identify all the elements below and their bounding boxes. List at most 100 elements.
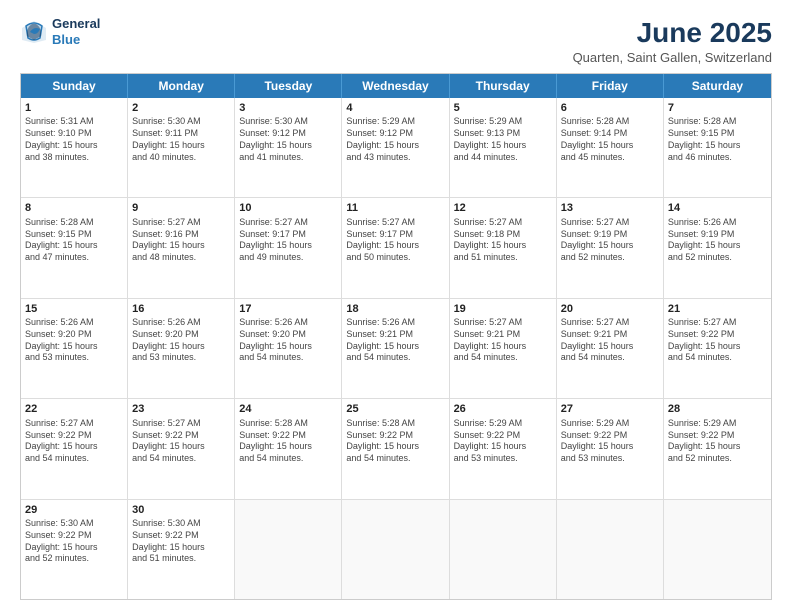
day-info: Sunrise: 5:28 AM Sunset: 9:22 PM Dayligh…	[346, 418, 444, 465]
day-number: 17	[239, 302, 337, 317]
page: General Blue June 2025 Quarten, Saint Ga…	[0, 0, 792, 612]
calendar-cell: 18Sunrise: 5:26 AM Sunset: 9:21 PM Dayli…	[342, 299, 449, 398]
day-info: Sunrise: 5:29 AM Sunset: 9:22 PM Dayligh…	[454, 418, 552, 465]
day-number: 29	[25, 503, 123, 518]
calendar-cell: 7Sunrise: 5:28 AM Sunset: 9:15 PM Daylig…	[664, 98, 771, 197]
day-number: 19	[454, 302, 552, 317]
day-number: 13	[561, 201, 659, 216]
day-info: Sunrise: 5:26 AM Sunset: 9:19 PM Dayligh…	[668, 217, 767, 264]
day-info: Sunrise: 5:30 AM Sunset: 9:22 PM Dayligh…	[25, 518, 123, 565]
calendar-week-5: 29Sunrise: 5:30 AM Sunset: 9:22 PM Dayli…	[21, 500, 771, 599]
header-day-monday: Monday	[128, 74, 235, 98]
day-info: Sunrise: 5:28 AM Sunset: 9:14 PM Dayligh…	[561, 116, 659, 163]
day-number: 15	[25, 302, 123, 317]
calendar-cell: 21Sunrise: 5:27 AM Sunset: 9:22 PM Dayli…	[664, 299, 771, 398]
calendar-cell: 17Sunrise: 5:26 AM Sunset: 9:20 PM Dayli…	[235, 299, 342, 398]
calendar-cell	[450, 500, 557, 599]
day-info: Sunrise: 5:27 AM Sunset: 9:22 PM Dayligh…	[668, 317, 767, 364]
day-number: 4	[346, 101, 444, 116]
day-info: Sunrise: 5:27 AM Sunset: 9:22 PM Dayligh…	[132, 418, 230, 465]
calendar-week-4: 22Sunrise: 5:27 AM Sunset: 9:22 PM Dayli…	[21, 399, 771, 499]
day-info: Sunrise: 5:27 AM Sunset: 9:18 PM Dayligh…	[454, 217, 552, 264]
calendar-cell: 15Sunrise: 5:26 AM Sunset: 9:20 PM Dayli…	[21, 299, 128, 398]
day-info: Sunrise: 5:26 AM Sunset: 9:20 PM Dayligh…	[25, 317, 123, 364]
day-number: 8	[25, 201, 123, 216]
calendar-body: 1Sunrise: 5:31 AM Sunset: 9:10 PM Daylig…	[21, 98, 771, 599]
header-day-wednesday: Wednesday	[342, 74, 449, 98]
day-number: 14	[668, 201, 767, 216]
day-number: 20	[561, 302, 659, 317]
day-info: Sunrise: 5:28 AM Sunset: 9:15 PM Dayligh…	[25, 217, 123, 264]
day-info: Sunrise: 5:29 AM Sunset: 9:13 PM Dayligh…	[454, 116, 552, 163]
calendar-cell	[342, 500, 449, 599]
day-info: Sunrise: 5:27 AM Sunset: 9:21 PM Dayligh…	[561, 317, 659, 364]
day-info: Sunrise: 5:27 AM Sunset: 9:17 PM Dayligh…	[239, 217, 337, 264]
day-number: 7	[668, 101, 767, 116]
calendar-cell: 1Sunrise: 5:31 AM Sunset: 9:10 PM Daylig…	[21, 98, 128, 197]
calendar-cell: 26Sunrise: 5:29 AM Sunset: 9:22 PM Dayli…	[450, 399, 557, 498]
day-number: 30	[132, 503, 230, 518]
day-number: 24	[239, 402, 337, 417]
header-day-saturday: Saturday	[664, 74, 771, 98]
day-info: Sunrise: 5:29 AM Sunset: 9:22 PM Dayligh…	[668, 418, 767, 465]
day-number: 1	[25, 101, 123, 116]
day-number: 25	[346, 402, 444, 417]
header-day-sunday: Sunday	[21, 74, 128, 98]
calendar-cell: 13Sunrise: 5:27 AM Sunset: 9:19 PM Dayli…	[557, 198, 664, 297]
day-number: 28	[668, 402, 767, 417]
calendar-cell	[557, 500, 664, 599]
day-number: 16	[132, 302, 230, 317]
calendar-header: SundayMondayTuesdayWednesdayThursdayFrid…	[21, 74, 771, 98]
day-number: 9	[132, 201, 230, 216]
day-number: 27	[561, 402, 659, 417]
day-number: 12	[454, 201, 552, 216]
calendar-cell: 24Sunrise: 5:28 AM Sunset: 9:22 PM Dayli…	[235, 399, 342, 498]
calendar-cell: 20Sunrise: 5:27 AM Sunset: 9:21 PM Dayli…	[557, 299, 664, 398]
logo: General Blue	[20, 16, 100, 47]
day-number: 5	[454, 101, 552, 116]
calendar-week-3: 15Sunrise: 5:26 AM Sunset: 9:20 PM Dayli…	[21, 299, 771, 399]
calendar-cell: 25Sunrise: 5:28 AM Sunset: 9:22 PM Dayli…	[342, 399, 449, 498]
day-number: 6	[561, 101, 659, 116]
logo-text: General Blue	[52, 16, 100, 47]
calendar-cell: 30Sunrise: 5:30 AM Sunset: 9:22 PM Dayli…	[128, 500, 235, 599]
calendar-cell: 4Sunrise: 5:29 AM Sunset: 9:12 PM Daylig…	[342, 98, 449, 197]
day-info: Sunrise: 5:31 AM Sunset: 9:10 PM Dayligh…	[25, 116, 123, 163]
calendar-cell: 10Sunrise: 5:27 AM Sunset: 9:17 PM Dayli…	[235, 198, 342, 297]
calendar-cell: 16Sunrise: 5:26 AM Sunset: 9:20 PM Dayli…	[128, 299, 235, 398]
calendar-week-1: 1Sunrise: 5:31 AM Sunset: 9:10 PM Daylig…	[21, 98, 771, 198]
calendar-cell: 22Sunrise: 5:27 AM Sunset: 9:22 PM Dayli…	[21, 399, 128, 498]
logo-line2: Blue	[52, 32, 100, 48]
day-number: 21	[668, 302, 767, 317]
calendar-cell	[664, 500, 771, 599]
day-info: Sunrise: 5:27 AM Sunset: 9:16 PM Dayligh…	[132, 217, 230, 264]
header-day-thursday: Thursday	[450, 74, 557, 98]
calendar-cell: 27Sunrise: 5:29 AM Sunset: 9:22 PM Dayli…	[557, 399, 664, 498]
calendar-cell	[235, 500, 342, 599]
day-info: Sunrise: 5:26 AM Sunset: 9:21 PM Dayligh…	[346, 317, 444, 364]
calendar-cell: 11Sunrise: 5:27 AM Sunset: 9:17 PM Dayli…	[342, 198, 449, 297]
calendar-cell: 9Sunrise: 5:27 AM Sunset: 9:16 PM Daylig…	[128, 198, 235, 297]
calendar-cell: 23Sunrise: 5:27 AM Sunset: 9:22 PM Dayli…	[128, 399, 235, 498]
day-info: Sunrise: 5:27 AM Sunset: 9:17 PM Dayligh…	[346, 217, 444, 264]
day-number: 23	[132, 402, 230, 417]
calendar-cell: 12Sunrise: 5:27 AM Sunset: 9:18 PM Dayli…	[450, 198, 557, 297]
day-number: 2	[132, 101, 230, 116]
day-info: Sunrise: 5:27 AM Sunset: 9:22 PM Dayligh…	[25, 418, 123, 465]
subtitle: Quarten, Saint Gallen, Switzerland	[573, 50, 772, 65]
header-day-friday: Friday	[557, 74, 664, 98]
day-info: Sunrise: 5:26 AM Sunset: 9:20 PM Dayligh…	[132, 317, 230, 364]
calendar-cell: 6Sunrise: 5:28 AM Sunset: 9:14 PM Daylig…	[557, 98, 664, 197]
day-info: Sunrise: 5:30 AM Sunset: 9:12 PM Dayligh…	[239, 116, 337, 163]
logo-icon	[20, 18, 48, 46]
day-info: Sunrise: 5:28 AM Sunset: 9:15 PM Dayligh…	[668, 116, 767, 163]
calendar-cell: 28Sunrise: 5:29 AM Sunset: 9:22 PM Dayli…	[664, 399, 771, 498]
calendar-cell: 8Sunrise: 5:28 AM Sunset: 9:15 PM Daylig…	[21, 198, 128, 297]
day-info: Sunrise: 5:30 AM Sunset: 9:22 PM Dayligh…	[132, 518, 230, 565]
day-info: Sunrise: 5:29 AM Sunset: 9:22 PM Dayligh…	[561, 418, 659, 465]
day-info: Sunrise: 5:29 AM Sunset: 9:12 PM Dayligh…	[346, 116, 444, 163]
day-number: 26	[454, 402, 552, 417]
day-number: 11	[346, 201, 444, 216]
title-block: June 2025 Quarten, Saint Gallen, Switzer…	[573, 16, 772, 65]
day-info: Sunrise: 5:27 AM Sunset: 9:21 PM Dayligh…	[454, 317, 552, 364]
